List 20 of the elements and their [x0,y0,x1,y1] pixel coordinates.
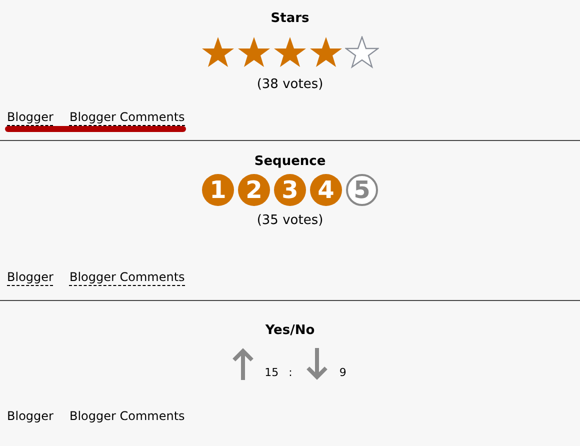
filled-star-icon[interactable] [201,36,235,69]
down-arrow-icon[interactable] [306,348,328,380]
poll-title: Sequence [254,154,326,170]
link[interactable]: Blogger [7,269,54,286]
filled-star-icon[interactable] [273,36,307,69]
separator: : [288,366,292,380]
poll-title: Yes/No [265,323,315,339]
number-circle[interactable]: 5 [346,174,378,206]
yes-count: 15 [264,366,279,380]
vote-count: (38 votes) [256,77,324,93]
poll-title: Stars [270,11,310,27]
no-count: 9 [339,366,346,380]
filled-star-icon[interactable] [309,36,343,69]
link[interactable]: Blogger Comments [69,269,185,286]
filled-star-icon[interactable] [237,36,271,69]
empty-star-icon[interactable] [345,36,379,69]
link[interactable]: Blogger Comments [69,408,185,424]
up-arrow-icon[interactable] [232,348,254,380]
vote-count: (35 votes) [256,213,324,229]
link[interactable]: Blogger [7,408,54,424]
